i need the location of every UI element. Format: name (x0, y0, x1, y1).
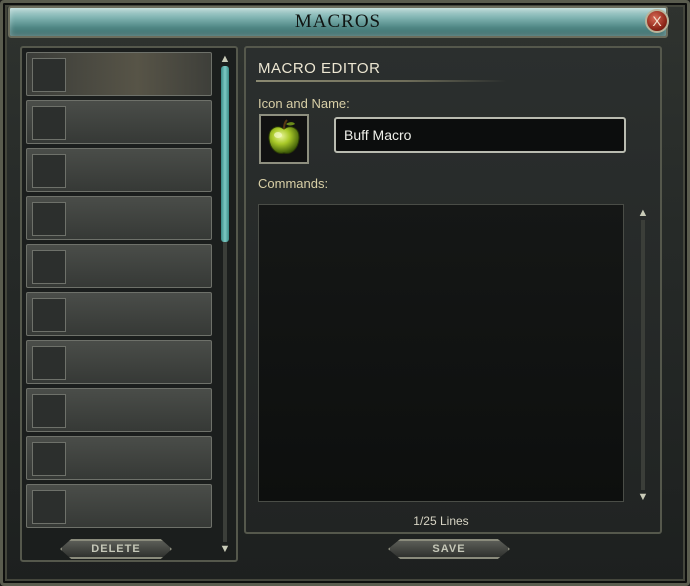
icon-name-label: Icon and Name: (258, 96, 350, 111)
empty-icon-slot (32, 250, 66, 284)
macro-slot[interactable] (26, 340, 212, 384)
line-count: 1/25 Lines (413, 514, 469, 528)
scroll-up-icon[interactable]: ▲ (636, 206, 650, 220)
save-button[interactable]: SAVE (388, 539, 510, 559)
commands-textarea[interactable] (258, 204, 624, 502)
scroll-thumb[interactable] (221, 66, 229, 242)
window-title: MACROS (294, 11, 382, 32)
empty-icon-slot (32, 154, 66, 188)
close-button[interactable]: X (645, 9, 669, 33)
macro-icon-button[interactable] (259, 114, 309, 164)
delete-button[interactable]: DELETE (60, 539, 172, 559)
heading-divider (256, 80, 506, 82)
scroll-down-icon[interactable]: ▼ (636, 490, 650, 504)
empty-icon-slot (32, 106, 66, 140)
empty-icon-slot (32, 202, 66, 236)
macro-name-input[interactable]: Buff Macro (334, 117, 626, 153)
empty-icon-slot (32, 58, 66, 92)
empty-icon-slot (32, 298, 66, 332)
green-apple-icon (261, 116, 307, 162)
empty-icon-slot (32, 442, 66, 476)
macro-slot[interactable] (26, 52, 212, 96)
title-bar[interactable]: MACROS (8, 6, 668, 38)
macro-slot[interactable] (26, 292, 212, 336)
macro-slot[interactable] (26, 196, 212, 240)
scroll-up-icon[interactable]: ▲ (218, 52, 232, 66)
empty-icon-slot (32, 490, 66, 524)
macro-slot[interactable] (26, 244, 212, 288)
macro-slot[interactable] (26, 148, 212, 192)
macro-list-scrollbar[interactable]: ▲ ▼ (218, 52, 232, 556)
empty-icon-slot (32, 394, 66, 428)
scroll-down-icon[interactable]: ▼ (218, 542, 232, 556)
macro-slot[interactable] (26, 484, 212, 528)
macro-slot[interactable] (26, 436, 212, 480)
editor-heading: MACRO EDITOR (258, 60, 381, 77)
macro-slot[interactable] (26, 100, 212, 144)
empty-icon-slot (32, 346, 66, 380)
scroll-track[interactable] (641, 220, 645, 490)
commands-label: Commands: (258, 176, 329, 191)
macro-slot[interactable] (26, 388, 212, 432)
macro-list-panel: ▲ ▼ (20, 46, 238, 562)
commands-scrollbar[interactable]: ▲ ▼ (636, 206, 650, 504)
